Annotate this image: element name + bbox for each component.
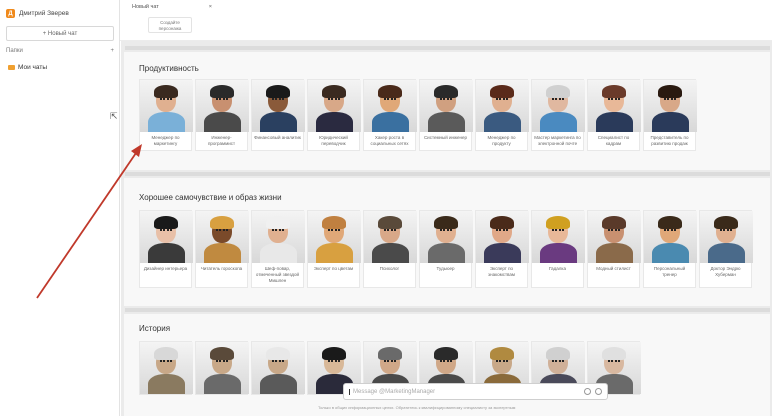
arrow-line	[36, 152, 137, 299]
annotation-arrow	[36, 144, 142, 299]
arrow-head	[131, 144, 142, 157]
